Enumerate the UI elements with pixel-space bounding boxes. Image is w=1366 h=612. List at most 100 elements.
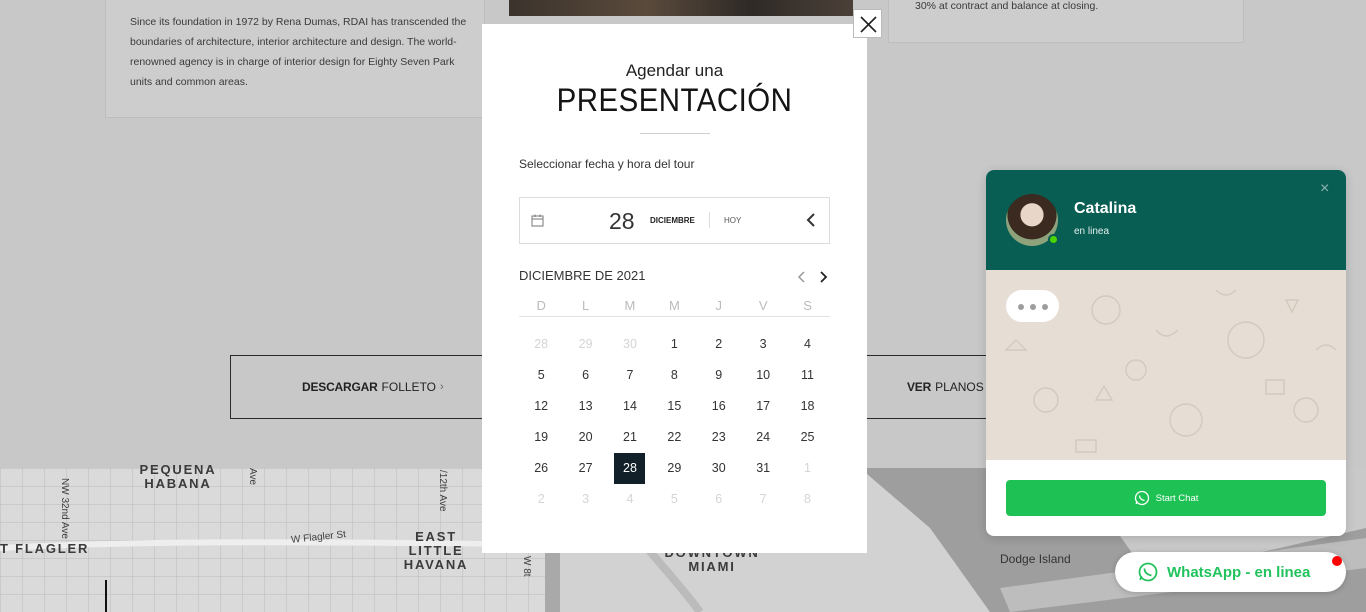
day-number: 28 (614, 453, 646, 484)
map-label-dodge-island: Dodge Island (1000, 552, 1071, 566)
title-divider (640, 133, 710, 134)
calendar-day[interactable]: 6 (563, 360, 607, 391)
whatsapp-chat-widget: Catalina en linea × Start Chat (986, 170, 1346, 536)
day-number: 25 (800, 430, 815, 444)
day-number: 11 (801, 368, 815, 382)
calendar-day[interactable]: 22 (652, 422, 696, 453)
start-chat-label: Start Chat (1155, 492, 1199, 504)
calendar-week: 26 27 28 29 30 31 1 (519, 453, 830, 484)
calendar-day[interactable]: 11 (785, 360, 829, 391)
day-number: 29 (578, 337, 593, 351)
street-12th-ave: /12th Ave (437, 470, 448, 512)
close-modal-button[interactable] (853, 9, 882, 38)
calendar-day[interactable]: 19 (519, 422, 563, 453)
calendar-day[interactable]: 16 (697, 391, 741, 422)
start-chat-button[interactable]: Start Chat (1006, 480, 1326, 516)
street-w-8th: W 8t (521, 556, 532, 577)
day-number: 3 (582, 492, 590, 506)
calendar-day[interactable]: 8 (652, 360, 696, 391)
day-number: 17 (756, 399, 771, 413)
day-number: 14 (623, 399, 637, 413)
calendar-day: 4 (608, 484, 652, 515)
calendar-day[interactable]: 13 (563, 391, 607, 422)
street-ave: Ave (247, 468, 258, 486)
modal-instruction: Seleccionar fecha y hora del tour (519, 157, 695, 171)
day-number: 2 (537, 492, 545, 506)
calendar-day[interactable]: 10 (741, 360, 785, 391)
calendar-day[interactable]: 24 (741, 422, 785, 453)
weekday-label: M (668, 298, 680, 313)
today-button[interactable]: HOY (724, 216, 741, 225)
calendar-day[interactable]: 18 (785, 391, 829, 422)
day-number: 5 (537, 368, 545, 382)
selected-day: 28 (609, 208, 635, 234)
calendar-day[interactable]: 1 (652, 329, 696, 360)
calendar-day[interactable]: 4 (785, 329, 829, 360)
day-number: 4 (804, 337, 811, 351)
payment-card: 30% at contract and balance at closing. (888, 0, 1244, 43)
about-card: Since its foundation in 1972 by Rena Dum… (105, 0, 485, 118)
calendar-day[interactable]: 9 (697, 360, 741, 391)
interior-photo (509, 0, 853, 16)
calendar-day[interactable]: 2 (697, 329, 741, 360)
calendar-icon (531, 214, 544, 227)
weekday-label: M (624, 298, 636, 313)
calendar-day[interactable]: 21 (608, 422, 652, 453)
calendar-day: 8 (785, 484, 829, 515)
payment-text: 30% at contract and balance at closing. (915, 0, 1099, 12)
calendar-day[interactable]: 3 (741, 329, 785, 360)
calendar-day[interactable]: 14 (608, 391, 652, 422)
day-number: 31 (756, 461, 771, 475)
day-number: 30 (711, 461, 726, 475)
calendar-day-selected[interactable]: 28 (608, 453, 652, 484)
calendar-day[interactable]: 29 (652, 453, 696, 484)
prev-month-icon[interactable] (797, 271, 807, 283)
typing-indicator (1006, 290, 1059, 322)
calendar-day[interactable]: 23 (697, 422, 741, 453)
calendar-day[interactable]: 27 (563, 453, 607, 484)
calendar-day[interactable]: 7 (608, 360, 652, 391)
view-floorplans-button[interactable]: VER PLANOS D (866, 355, 1006, 419)
day-number: 28 (534, 337, 549, 351)
close-icon[interactable]: × (1320, 180, 1329, 198)
calendar-week: 19 20 21 22 23 24 25 (519, 422, 830, 453)
calendar-day[interactable]: 31 (741, 453, 785, 484)
weekday-label: D (536, 298, 546, 313)
day-number: 4 (626, 492, 634, 506)
date-selector[interactable]: 28 DICIEMBRE HOY (519, 197, 830, 244)
calendar-day[interactable]: 17 (741, 391, 785, 422)
download-brochure-button[interactable]: DESCARGAR FOLLETO › (230, 355, 500, 419)
weekday-label: J (715, 298, 723, 313)
calendar-day[interactable]: 25 (785, 422, 829, 453)
calendar-day[interactable]: 12 (519, 391, 563, 422)
launcher-label: WhatsApp - en linea (1167, 563, 1311, 581)
calendar-day[interactable]: 5 (519, 360, 563, 391)
calendar-day[interactable]: 15 (652, 391, 696, 422)
folleto-bold: DESCARGAR (302, 380, 378, 394)
chevron-left-icon[interactable] (805, 212, 817, 228)
calendar-day: 29 (563, 329, 607, 360)
agent-status: en linea (1074, 226, 1110, 237)
close-icon (860, 16, 877, 33)
next-month-icon[interactable] (818, 271, 828, 283)
calendar-week: 28 29 30 1 2 3 4 (519, 329, 830, 360)
day-number: 15 (667, 399, 682, 413)
calendar-day[interactable]: 26 (519, 453, 563, 484)
day-number: 24 (756, 430, 771, 444)
day-number: 16 (711, 399, 726, 413)
calendar-day: 5 (652, 484, 696, 515)
day-number: 8 (670, 368, 678, 382)
day-number: 2 (715, 337, 723, 351)
calendar-day[interactable]: 30 (697, 453, 741, 484)
day-number: 19 (534, 430, 549, 444)
weekday-label: S (803, 298, 812, 313)
day-number: 8 (804, 492, 811, 506)
notification-badge (1332, 556, 1342, 566)
map-label-pequena-habana: PEQUENA HABANA (139, 462, 217, 491)
day-number: 7 (626, 368, 634, 382)
day-number: 13 (578, 399, 593, 413)
calendar-day[interactable]: 20 (563, 422, 607, 453)
day-number: 18 (800, 399, 815, 413)
whatsapp-launcher-button[interactable]: WhatsApp - en linea (1115, 552, 1346, 592)
day-number: 29 (667, 461, 682, 475)
